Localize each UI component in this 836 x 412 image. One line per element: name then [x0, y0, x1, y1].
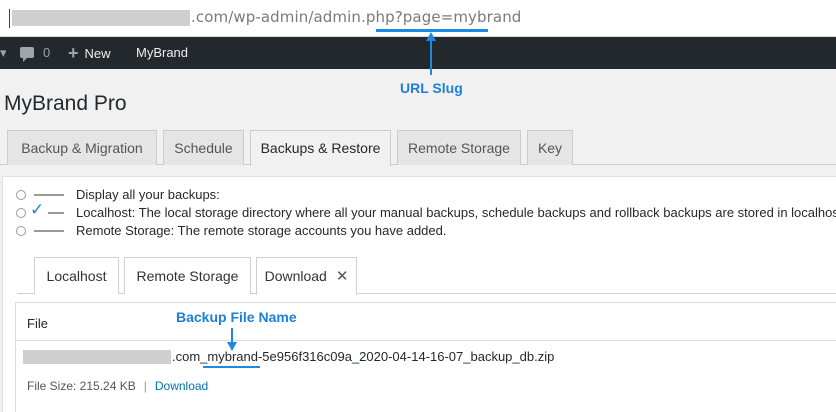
page-title: MyBrand Pro — [4, 92, 127, 115]
plus-icon: + — [68, 43, 79, 63]
file-name-arrow-line — [231, 328, 233, 343]
content-panel: Display all your backups: ✓ Localhost: T… — [2, 176, 836, 412]
file-slug-underline — [203, 366, 260, 368]
list-icon — [15, 222, 67, 240]
header-divider — [16, 340, 836, 341]
url-text[interactable]: .com/wp-admin/admin.php?page=mybrand — [191, 8, 521, 26]
file-meta: File Size: 215.24 KB | Download — [27, 379, 208, 393]
close-icon[interactable]: ✕ — [336, 268, 349, 285]
backup-file-name: .com_mybrand-5e956f316c09a_2020-04-14-16… — [172, 349, 555, 364]
comments-count: 0 — [43, 45, 51, 60]
wp-menu-fragment[interactable]: ▾ — [0, 37, 6, 69]
tab-key[interactable]: Key — [527, 130, 573, 165]
admin-bar-site-name[interactable]: MyBrand — [136, 37, 188, 69]
admin-bar: ▾ 0 + New MyBrand — [0, 37, 836, 69]
backup-file-name-annotation: Backup File Name — [176, 309, 297, 325]
url-slug-annotation: URL Slug — [400, 80, 463, 96]
tab-backups-restore[interactable]: Backups & Restore — [250, 130, 391, 166]
redacted-domain — [12, 10, 190, 26]
text-cursor — [9, 9, 10, 28]
admin-bar-comments[interactable]: 0 — [20, 37, 50, 69]
nav-tabs: Backup & Migration Schedule Backups & Re… — [0, 130, 836, 166]
download-link[interactable]: Download — [155, 379, 208, 393]
redacted-domain — [23, 350, 171, 364]
sub-tab-localhost[interactable]: Localhost — [34, 257, 119, 294]
file-name-arrow-head — [227, 342, 237, 351]
tab-schedule[interactable]: Schedule — [163, 130, 244, 165]
storage-sub-tabs: Localhost Remote Storage Download ✕ — [17, 257, 836, 295]
tab-remote-storage[interactable]: Remote Storage — [397, 130, 521, 165]
sub-tab-remote-storage[interactable]: Remote Storage — [124, 257, 251, 294]
new-label: New — [84, 46, 111, 61]
download-file-table: File .com_mybrand-5e956f316c09a_2020-04-… — [15, 302, 836, 412]
tab-backup-migration[interactable]: Backup & Migration — [7, 130, 157, 165]
file-size: File Size: 215.24 KB — [27, 379, 136, 393]
sub-tab-download[interactable]: Download ✕ — [256, 257, 357, 295]
browser-url-bar[interactable]: .com/wp-admin/admin.php?page=mybrand — [0, 0, 836, 37]
meta-separator: | — [143, 379, 147, 393]
comment-icon — [20, 47, 34, 62]
admin-bar-new[interactable]: + New — [68, 37, 111, 69]
file-column-header: File — [27, 316, 48, 331]
checked-list-icon: ✓ — [15, 200, 67, 222]
url-slug-arrow-line — [430, 40, 432, 75]
